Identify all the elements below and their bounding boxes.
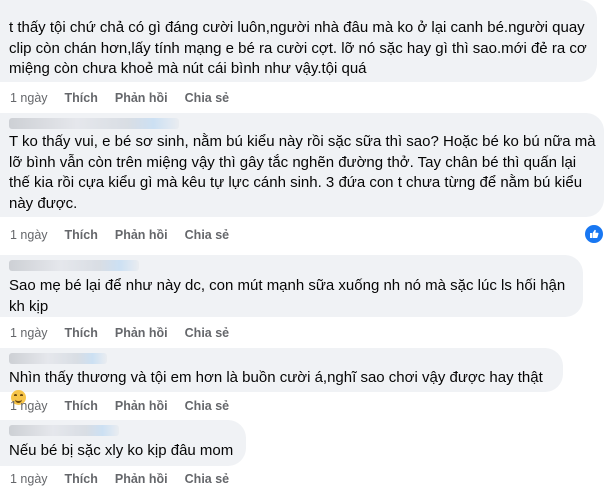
like-link[interactable]: Thích <box>65 326 98 342</box>
reply-link[interactable]: Phản hồi <box>115 228 168 244</box>
share-link[interactable]: Chia sẻ <box>185 326 229 342</box>
comment-bubble: Nhìn thấy thương và tội em hơn là buồn c… <box>0 348 563 405</box>
like-link[interactable]: Thích <box>65 472 98 488</box>
author-name-blurred[interactable] <box>9 118 179 129</box>
comment-text: Nếu bé bị sặc xly ko kịp đâu mom <box>9 442 234 459</box>
comment-text: T ko thấy vui, e bé sơ sinh, nằm bú kiểu… <box>9 133 596 212</box>
comment-text-content: Nhìn thấy thương và tội em hơn là buồn c… <box>9 369 543 386</box>
like-link[interactable]: Thích <box>65 399 98 415</box>
comment-bubble: T ko thấy vui, e bé sơ sinh, nằm bú kiểu… <box>0 113 604 217</box>
author-name-blurred[interactable] <box>9 260 139 271</box>
comment-actions: 1 ngày Thích Phản hồi Chia sẻ <box>10 228 246 244</box>
comment-timestamp[interactable]: 1 ngày <box>10 326 48 342</box>
author-name-blurred[interactable] <box>9 353 107 364</box>
author-name-blurred[interactable] <box>9 425 119 436</box>
comment-timestamp[interactable]: 1 ngày <box>10 228 48 244</box>
like-link[interactable]: Thích <box>65 228 98 244</box>
comment-bubble: Sao mẹ bé lại để như này dc, con mút mạn… <box>0 255 583 317</box>
share-link[interactable]: Chia sẻ <box>185 399 229 415</box>
reply-link[interactable]: Phản hồi <box>115 399 168 415</box>
comment-text: t thấy tội chứ chả có gì đáng cười luôn,… <box>9 19 587 77</box>
comment-text: Sao mẹ bé lại để như này dc, con mút mạn… <box>9 277 566 315</box>
comment-actions: 1 ngày Thích Phản hồi Chia sẻ <box>10 91 246 107</box>
share-link[interactable]: Chia sẻ <box>185 91 229 107</box>
share-link[interactable]: Chia sẻ <box>185 472 229 488</box>
comment-timestamp[interactable]: 1 ngày <box>10 91 48 107</box>
comment-bubble: Nếu bé bị sặc xly ko kịp đâu mom <box>0 420 246 466</box>
share-link[interactable]: Chia sẻ <box>185 228 229 244</box>
like-link[interactable]: Thích <box>65 91 98 107</box>
comment-timestamp[interactable]: 1 ngày <box>10 472 48 488</box>
like-reaction-icon[interactable] <box>583 223 605 245</box>
comment-actions: 1 ngày Thích Phản hồi Chia sẻ <box>10 399 246 415</box>
comment-timestamp[interactable]: 1 ngày <box>10 399 48 415</box>
reply-link[interactable]: Phản hồi <box>115 472 168 488</box>
comment-actions: 1 ngày Thích Phản hồi Chia sẻ <box>10 326 246 342</box>
reply-link[interactable]: Phản hồi <box>115 91 168 107</box>
comment-bubble: t thấy tội chứ chả có gì đáng cười luôn,… <box>0 0 597 82</box>
reply-link[interactable]: Phản hồi <box>115 326 168 342</box>
comment-actions: 1 ngày Thích Phản hồi Chia sẻ <box>10 472 246 488</box>
